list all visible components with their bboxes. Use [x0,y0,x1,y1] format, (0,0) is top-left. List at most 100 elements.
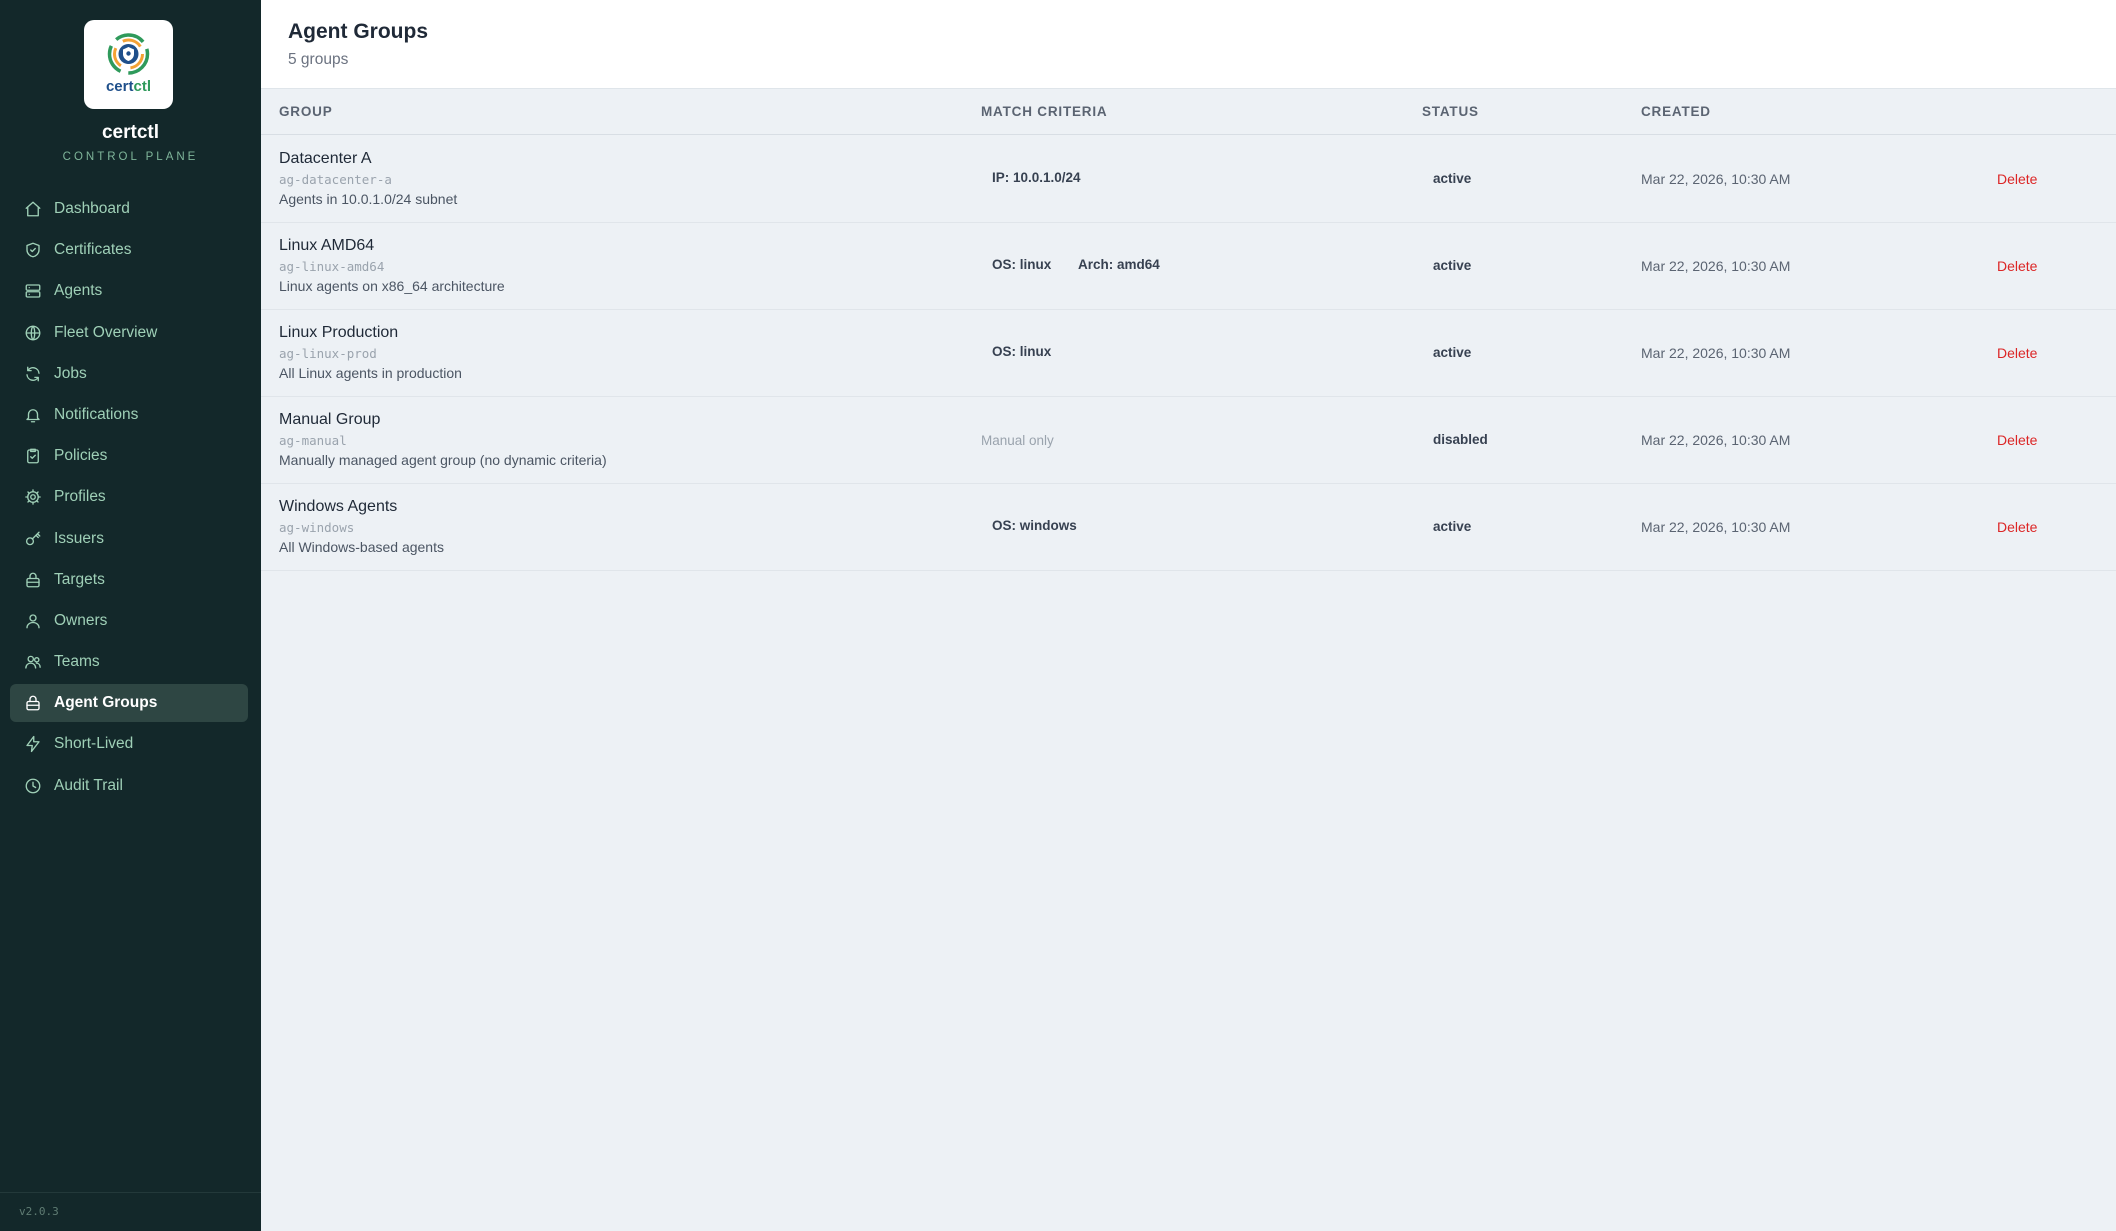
gear-icon [24,488,42,506]
sidebar-item-fleet-overview[interactable]: Fleet Overview [10,314,248,352]
table-row[interactable]: Linux AMD64 ag-linux-amd64 Linux agents … [261,223,2116,310]
clipboard-check-icon [24,447,42,465]
created-date: Mar 22, 2026, 10:30 AM [1641,345,1791,361]
lock-icon [24,571,42,589]
users-icon [24,653,42,671]
group-name[interactable]: Windows Agents [279,498,397,516]
criteria-badge: OS: linux [992,344,1052,359]
sidebar-item-notifications[interactable]: Notifications [10,396,248,434]
sidebar-item-label: Jobs [54,364,87,382]
main-content: Agent Groups 5 groups GROUP MATCH CRITER… [261,0,2116,1231]
lock-icon [24,694,42,712]
page-title: Agent Groups [288,20,428,43]
sidebar-item-label: Dashboard [54,200,130,217]
criteria-manual-only: Manual only [981,433,1054,448]
table-row[interactable]: Windows Agents ag-windows All Windows-ba… [261,484,2116,571]
clock-icon [24,777,42,795]
delete-button[interactable]: Delete [1997,258,2037,274]
group-slug: ag-windows [279,520,355,535]
sidebar-item-certificates[interactable]: Certificates [10,231,248,269]
group-name[interactable]: Manual Group [279,411,380,429]
group-slug: ag-manual [279,433,347,448]
sidebar-item-label: Notifications [54,405,139,423]
group-slug: ag-linux-amd64 [279,259,385,274]
sidebar-item-label: Profiles [54,488,106,506]
created-date: Mar 22, 2026, 10:30 AM [1641,432,1791,448]
home-icon [24,200,42,218]
sidebar-item-label: Agent Groups [54,694,158,712]
sidebar-item-dashboard[interactable]: Dashboard [10,190,248,228]
sidebar-item-label: Issuers [54,529,104,547]
sidebar-item-agents[interactable]: Agents [10,272,248,310]
status-badge: active [1433,258,1472,273]
sidebar-item-jobs[interactable]: Jobs [10,355,248,393]
group-description: Agents in 10.0.1.0/24 subnet [279,191,458,207]
sidebar: certctl certctl CONTROL PLANE Dashboard … [0,0,261,1231]
sidebar-item-label: Targets [54,570,105,588]
group-slug: ag-datacenter-a [279,172,392,187]
group-count: 5 groups [288,51,349,68]
column-header-created[interactable]: CREATED [1641,104,1711,119]
sidebar-item-teams[interactable]: Teams [10,643,248,681]
sidebar-item-owners[interactable]: Owners [10,602,248,640]
column-header-status[interactable]: STATUS [1422,104,1479,119]
sidebar-item-agent-groups[interactable]: Agent Groups [10,684,248,723]
table-row[interactable]: Linux Production ag-linux-prod All Linux… [261,310,2116,397]
criteria-badge: Arch: amd64 [1078,257,1160,272]
column-header-match-criteria[interactable]: MATCH CRITERIA [981,104,1107,119]
sidebar-item-label: Owners [54,611,108,629]
bell-icon [24,406,42,424]
group-description: All Windows-based agents [279,539,444,555]
logo-emblem-icon [107,33,150,75]
created-date: Mar 22, 2026, 10:30 AM [1641,258,1791,274]
delete-button[interactable]: Delete [1997,345,2037,361]
group-slug: ag-linux-prod [279,346,377,361]
sidebar-item-issuers[interactable]: Issuers [10,520,248,558]
version-label: v2.0.3 [0,1192,261,1218]
delete-button[interactable]: Delete [1997,519,2037,535]
sidebar-item-policies[interactable]: Policies [10,437,248,475]
group-name[interactable]: Linux Production [279,324,398,342]
lightning-icon [24,735,42,753]
group-description: All Linux agents in production [279,365,462,381]
group-name[interactable]: Linux AMD64 [279,237,374,255]
criteria-badge: IP: 10.0.1.0/24 [992,170,1081,185]
delete-button[interactable]: Delete [1997,432,2037,448]
shield-icon [24,241,42,259]
delete-button[interactable]: Delete [1997,171,2037,187]
page-header: Agent Groups 5 groups [261,0,2116,89]
user-icon [24,612,42,630]
table-row[interactable]: Datacenter A ag-datacenter-a Agents in 1… [261,136,2116,223]
sidebar-item-label: Policies [54,447,108,465]
group-name[interactable]: Datacenter A [279,150,372,168]
created-date: Mar 22, 2026, 10:30 AM [1641,519,1791,535]
brand-subtitle: CONTROL PLANE [62,151,199,163]
status-badge: active [1433,345,1472,360]
sidebar-item-targets[interactable]: Targets [10,561,248,599]
globe-icon [24,324,42,342]
server-icon [24,282,42,300]
sidebar-item-label: Teams [54,653,100,671]
sidebar-item-label: Fleet Overview [54,323,158,341]
criteria-badge: OS: windows [992,518,1077,533]
group-description: Manually managed agent group (no dynamic… [279,452,607,468]
criteria-badge: OS: linux [992,257,1052,272]
sidebar-item-profiles[interactable]: Profiles [10,478,248,516]
logo[interactable]: certctl [84,20,173,109]
group-description: Linux agents on x86_64 architecture [279,278,505,294]
key-icon [24,530,42,548]
sidebar-item-audit-trail[interactable]: Audit Trail [10,767,248,805]
status-badge: active [1433,171,1472,186]
status-badge: active [1433,519,1472,534]
sidebar-item-label: Audit Trail [54,776,123,794]
sidebar-nav: Dashboard Certificates Agents Fleet Over… [10,190,248,808]
status-badge: disabled [1433,432,1488,447]
table-row[interactable]: Manual Group ag-manual Manually managed … [261,397,2116,484]
column-header-group[interactable]: GROUP [279,104,333,119]
refresh-icon [24,365,42,383]
table-header: GROUP MATCH CRITERIA STATUS CREATED [261,89,2116,135]
created-date: Mar 22, 2026, 10:30 AM [1641,171,1791,187]
sidebar-item-short-lived[interactable]: Short-Lived [10,725,248,763]
sidebar-item-label: Certificates [54,241,132,259]
logo-wordmark: certctl [105,78,152,95]
